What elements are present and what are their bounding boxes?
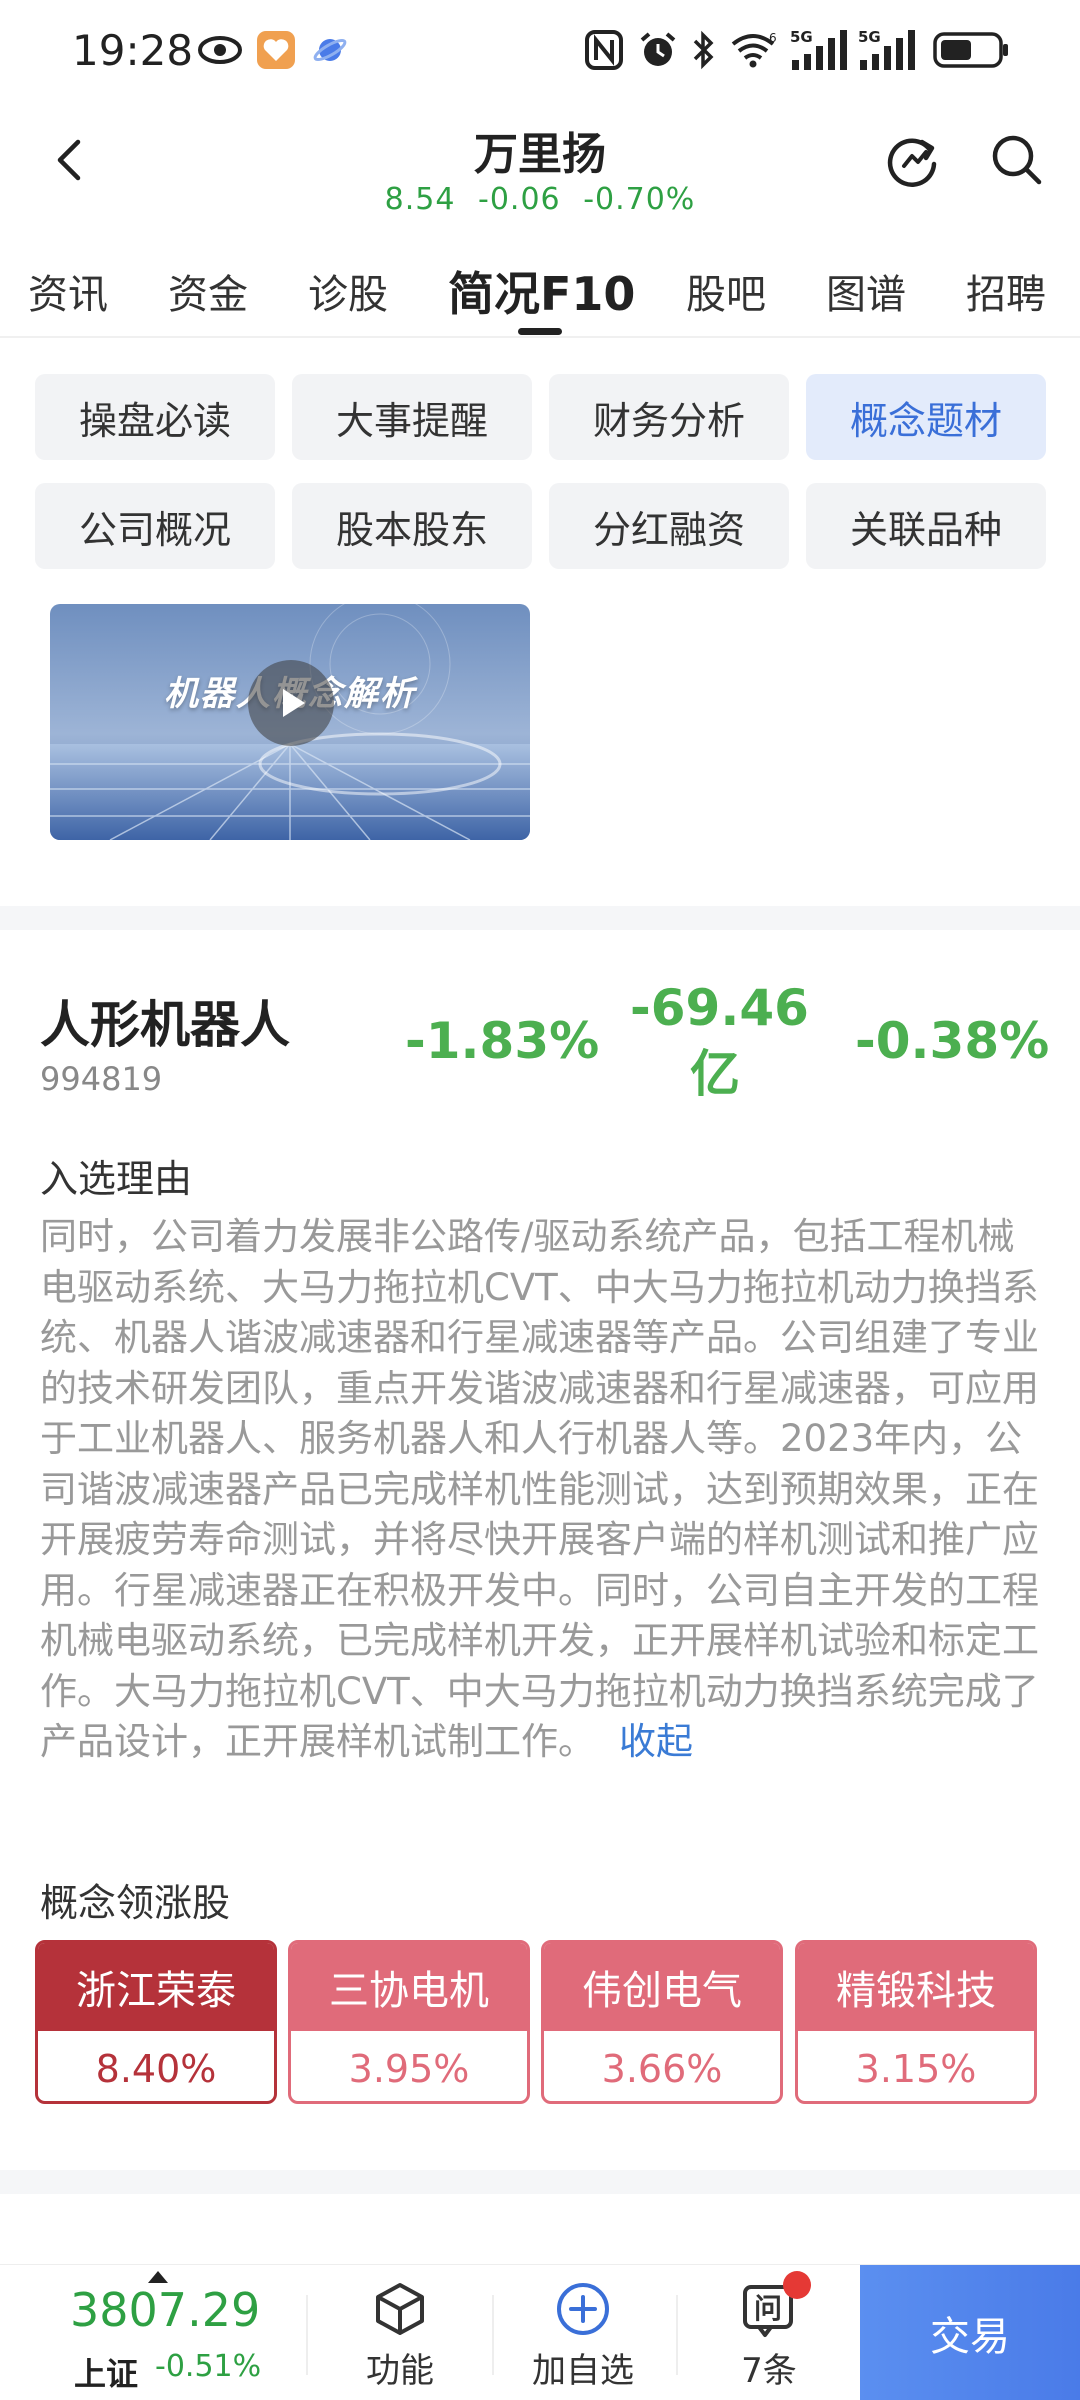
index-change: -0.51% bbox=[155, 2349, 262, 2384]
index-ticker[interactable]: 3807.29 上证 -0.51% bbox=[0, 2265, 300, 2400]
collapse-link[interactable]: 收起 bbox=[619, 1720, 693, 1763]
notification-badge bbox=[783, 2271, 811, 2299]
divider bbox=[492, 2295, 494, 2375]
wifi-icon: 6 bbox=[728, 28, 782, 72]
ask-label: 7条 bbox=[741, 2351, 797, 2391]
leader-stock-name: 三协电机 bbox=[291, 1943, 527, 2031]
ask-icon: 问 bbox=[739, 2271, 811, 2339]
subtab-financial-analysis[interactable]: 财务分析 bbox=[549, 374, 789, 460]
stock-change-in-concept: -0.38% bbox=[855, 1012, 1050, 1070]
cube-icon bbox=[376, 2283, 424, 2335]
add-watchlist-label: 加自选 bbox=[532, 2351, 634, 2391]
leader-stock-name: 浙江荣泰 bbox=[38, 1943, 274, 2031]
leader-stock-card[interactable]: 三协电机 3.95% bbox=[288, 1940, 530, 2104]
index-name: 上证 bbox=[74, 2355, 139, 2393]
tab-news[interactable]: 资讯 bbox=[28, 262, 108, 320]
leader-stock-card[interactable]: 浙江荣泰 8.40% bbox=[35, 1940, 277, 2104]
subtab-company-profile[interactable]: 公司概况 bbox=[35, 483, 275, 569]
stock-change: -0.06 bbox=[478, 182, 561, 217]
divider bbox=[0, 336, 1080, 338]
leader-stock-name: 伟创电气 bbox=[544, 1943, 780, 2031]
subtab-trading-guide[interactable]: 操盘必读 bbox=[35, 374, 275, 460]
svg-text:6: 6 bbox=[769, 31, 777, 45]
tab-forum[interactable]: 股吧 bbox=[686, 262, 766, 320]
search-icon bbox=[992, 135, 1042, 185]
reason-title: 入选理由 bbox=[40, 1157, 193, 1201]
function-label: 功能 bbox=[366, 2351, 434, 2391]
alarm-icon bbox=[636, 28, 680, 72]
battery-icon bbox=[932, 28, 1012, 72]
subtab-events[interactable]: 大事提醒 bbox=[292, 374, 532, 460]
tab-graph[interactable]: 图谱 bbox=[826, 262, 906, 320]
svg-text:5G: 5G bbox=[858, 28, 881, 46]
status-time: 19:28 bbox=[72, 26, 194, 75]
subtab-dividends[interactable]: 分红融资 bbox=[549, 483, 789, 569]
ask-button[interactable]: 问 7条 bbox=[694, 2271, 844, 2399]
stock-price: 8.54 bbox=[384, 182, 456, 217]
reason-body: 同时，公司着力发展非公路传/驱动系统产品，包括工程机械电驱动系统、大马力拖拉机C… bbox=[40, 1215, 1039, 1763]
section-separator bbox=[0, 906, 1080, 930]
search-button[interactable] bbox=[985, 128, 1049, 192]
leader-stock-name: 精锻科技 bbox=[798, 1943, 1034, 2031]
svg-text:5G: 5G bbox=[790, 28, 813, 46]
reason-text: 同时，公司着力发展非公路传/驱动系统产品，包括工程机械电驱动系统、大马力拖拉机C… bbox=[40, 1212, 1040, 1768]
planet-icon bbox=[310, 28, 350, 72]
function-button[interactable]: 功能 bbox=[325, 2279, 475, 2399]
play-button[interactable] bbox=[248, 660, 334, 746]
bluetooth-icon bbox=[688, 28, 718, 72]
leader-stock-card[interactable]: 精锻科技 3.15% bbox=[795, 1940, 1037, 2104]
signal-5g-icon: 5G bbox=[790, 28, 848, 72]
tab-f10[interactable]: 简况F10 bbox=[448, 258, 635, 324]
stock-change-pct: -0.70% bbox=[583, 182, 696, 217]
bottom-bar: 3807.29 上证 -0.51% 功能 加自选 问 7条 交易 bbox=[0, 2264, 1080, 2400]
concept-name[interactable]: 人形机器人 bbox=[40, 985, 290, 1057]
add-watchlist-button[interactable]: 加自选 bbox=[508, 2279, 658, 2399]
divider bbox=[676, 2295, 678, 2375]
status-bar: 19:28 6 5G 5G bbox=[0, 0, 1080, 100]
subtab-shareholders[interactable]: 股本股东 bbox=[292, 483, 532, 569]
leaders-title: 概念领涨股 bbox=[40, 1881, 231, 1925]
ask-icon-text: 问 bbox=[753, 2292, 782, 2325]
leader-stock-change: 3.66% bbox=[601, 2047, 723, 2091]
concept-net-flow: -69.46亿 bbox=[630, 979, 809, 1103]
refresh-button[interactable] bbox=[880, 128, 944, 192]
signal-5g-icon: 5G bbox=[858, 28, 916, 72]
add-circle-icon bbox=[557, 2283, 609, 2335]
eye-icon bbox=[196, 28, 244, 72]
leader-stock-change: 3.15% bbox=[855, 2047, 977, 2091]
index-value: 3807.29 bbox=[70, 2283, 261, 2337]
leader-stock-card[interactable]: 伟创电气 3.66% bbox=[541, 1940, 783, 2104]
divider bbox=[306, 2295, 308, 2375]
concept-change-pct: -1.83% bbox=[405, 1012, 600, 1070]
leader-stock-change: 8.40% bbox=[95, 2047, 217, 2091]
app-heart-icon bbox=[255, 28, 297, 72]
tab-active-indicator bbox=[518, 328, 562, 335]
concept-code: 994819 bbox=[40, 1060, 163, 1098]
nfc-icon bbox=[583, 28, 625, 72]
tab-jobs[interactable]: 招聘 bbox=[966, 262, 1046, 320]
trade-button[interactable]: 交易 bbox=[860, 2265, 1080, 2400]
refresh-icon bbox=[887, 138, 937, 187]
tab-funds[interactable]: 资金 bbox=[168, 262, 248, 320]
tab-diagnosis[interactable]: 诊股 bbox=[308, 262, 388, 320]
main-tabs: 资讯 资金 诊股 简况F10 股吧 图谱 招聘 bbox=[0, 250, 1080, 336]
leader-stock-change: 3.95% bbox=[348, 2047, 470, 2091]
play-icon bbox=[283, 689, 305, 717]
concept-video[interactable]: 机器人概念解析 bbox=[50, 604, 530, 840]
section-separator bbox=[0, 2170, 1080, 2194]
subtab-related[interactable]: 关联品种 bbox=[806, 483, 1046, 569]
subtab-concepts[interactable]: 概念题材 bbox=[806, 374, 1046, 460]
caret-up-icon bbox=[148, 2271, 168, 2283]
stock-header: 万里扬 8.54 -0.06 -0.70% bbox=[0, 100, 1080, 230]
